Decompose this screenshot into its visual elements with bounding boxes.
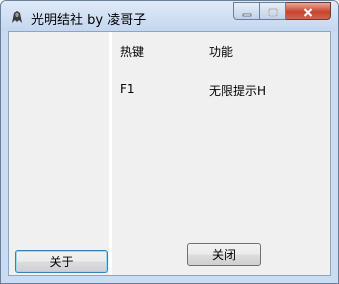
- minimize-button[interactable]: [233, 2, 260, 20]
- app-window: 光明结社 by 凌哥子 关于 热键 功能 F1 无限提示H 关闭: [0, 0, 339, 284]
- close-button[interactable]: 关闭: [187, 243, 261, 266]
- column-header-function: 功能: [209, 45, 234, 59]
- column-header-hotkey: 热键: [120, 45, 145, 59]
- window-title: 光明结社 by 凌哥子: [31, 13, 147, 28]
- maximize-button[interactable]: [260, 2, 286, 20]
- close-icon: [303, 2, 313, 21]
- client-area: 关于 热键 功能 F1 无限提示H 关闭: [8, 31, 331, 276]
- maximize-icon: [267, 2, 278, 21]
- about-button[interactable]: 关于: [15, 250, 108, 273]
- caption-buttons: [233, 2, 331, 20]
- minimize-icon: [242, 2, 252, 21]
- title-bar[interactable]: 光明结社 by 凌哥子: [1, 1, 338, 31]
- hotkey-cell: F1: [120, 82, 135, 96]
- close-window-button[interactable]: [286, 2, 331, 20]
- left-panel: 关于: [9, 32, 112, 275]
- app-logo-icon: [9, 9, 25, 25]
- hotkey-list: 热键 功能 F1 无限提示H 关闭: [112, 32, 330, 275]
- function-cell: 无限提示H: [209, 84, 267, 98]
